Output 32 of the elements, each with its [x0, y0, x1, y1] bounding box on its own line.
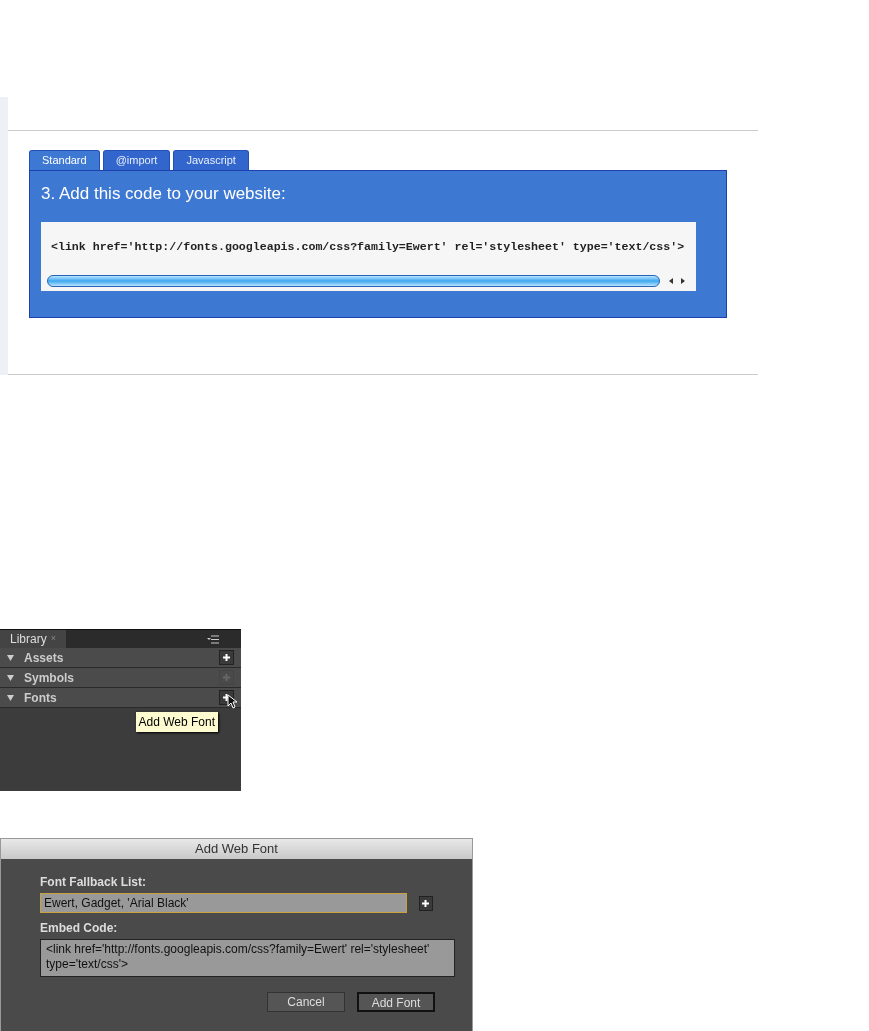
cursor-icon — [227, 694, 237, 709]
tooltip: Add Web Font — [135, 712, 218, 732]
tab[interactable]: Javascript — [173, 150, 249, 170]
embed-code-field[interactable]: <link href='http://fonts.googleapis.com/css?family=Ewert' rel='stylesheet' type='text/css'> — [40, 939, 455, 977]
triangle-icon — [7, 674, 14, 681]
section-label: Fonts — [24, 689, 58, 707]
dialog-button[interactable]: Cancel — [267, 992, 345, 1012]
library-section[interactable]: Symbols — [0, 668, 241, 688]
library-tab[interactable]: Library × — [0, 630, 66, 648]
triangle-icon — [7, 694, 14, 701]
tab-title: Library — [10, 631, 47, 648]
tab-close[interactable]: × — [50, 632, 56, 646]
plus-icon — [421, 898, 431, 908]
library-section[interactable]: Assets — [0, 648, 241, 668]
tab[interactable]: Standard — [29, 150, 100, 170]
add-button[interactable] — [418, 895, 433, 911]
section-label: Assets — [24, 649, 65, 667]
code-text: <link href='http://fonts.googleapis.com/css?family=Ewert' rel='stylesheet' type='text/css'> — [51, 239, 686, 255]
triangle-icon — [7, 654, 14, 661]
panel-menu-icon[interactable] — [207, 635, 219, 644]
scrollbar-thumb[interactable] — [47, 275, 660, 287]
dialog-title: Add Web Font — [1, 839, 472, 859]
plus-icon — [222, 673, 231, 682]
dialog-button[interactable]: Add Font — [357, 992, 435, 1012]
field-label: Font Fallback List: — [40, 874, 147, 891]
plus-icon — [222, 653, 231, 662]
field-label: Embed Code: — [40, 920, 119, 937]
tab[interactable]: @import — [102, 150, 171, 170]
panel-heading: 3. Add this code to your website: — [41, 183, 287, 205]
add-button[interactable] — [219, 650, 234, 665]
fallback-field[interactable]: Ewert, Gadget, 'Arial Black' — [40, 893, 407, 913]
section-label: Symbols — [24, 669, 75, 687]
